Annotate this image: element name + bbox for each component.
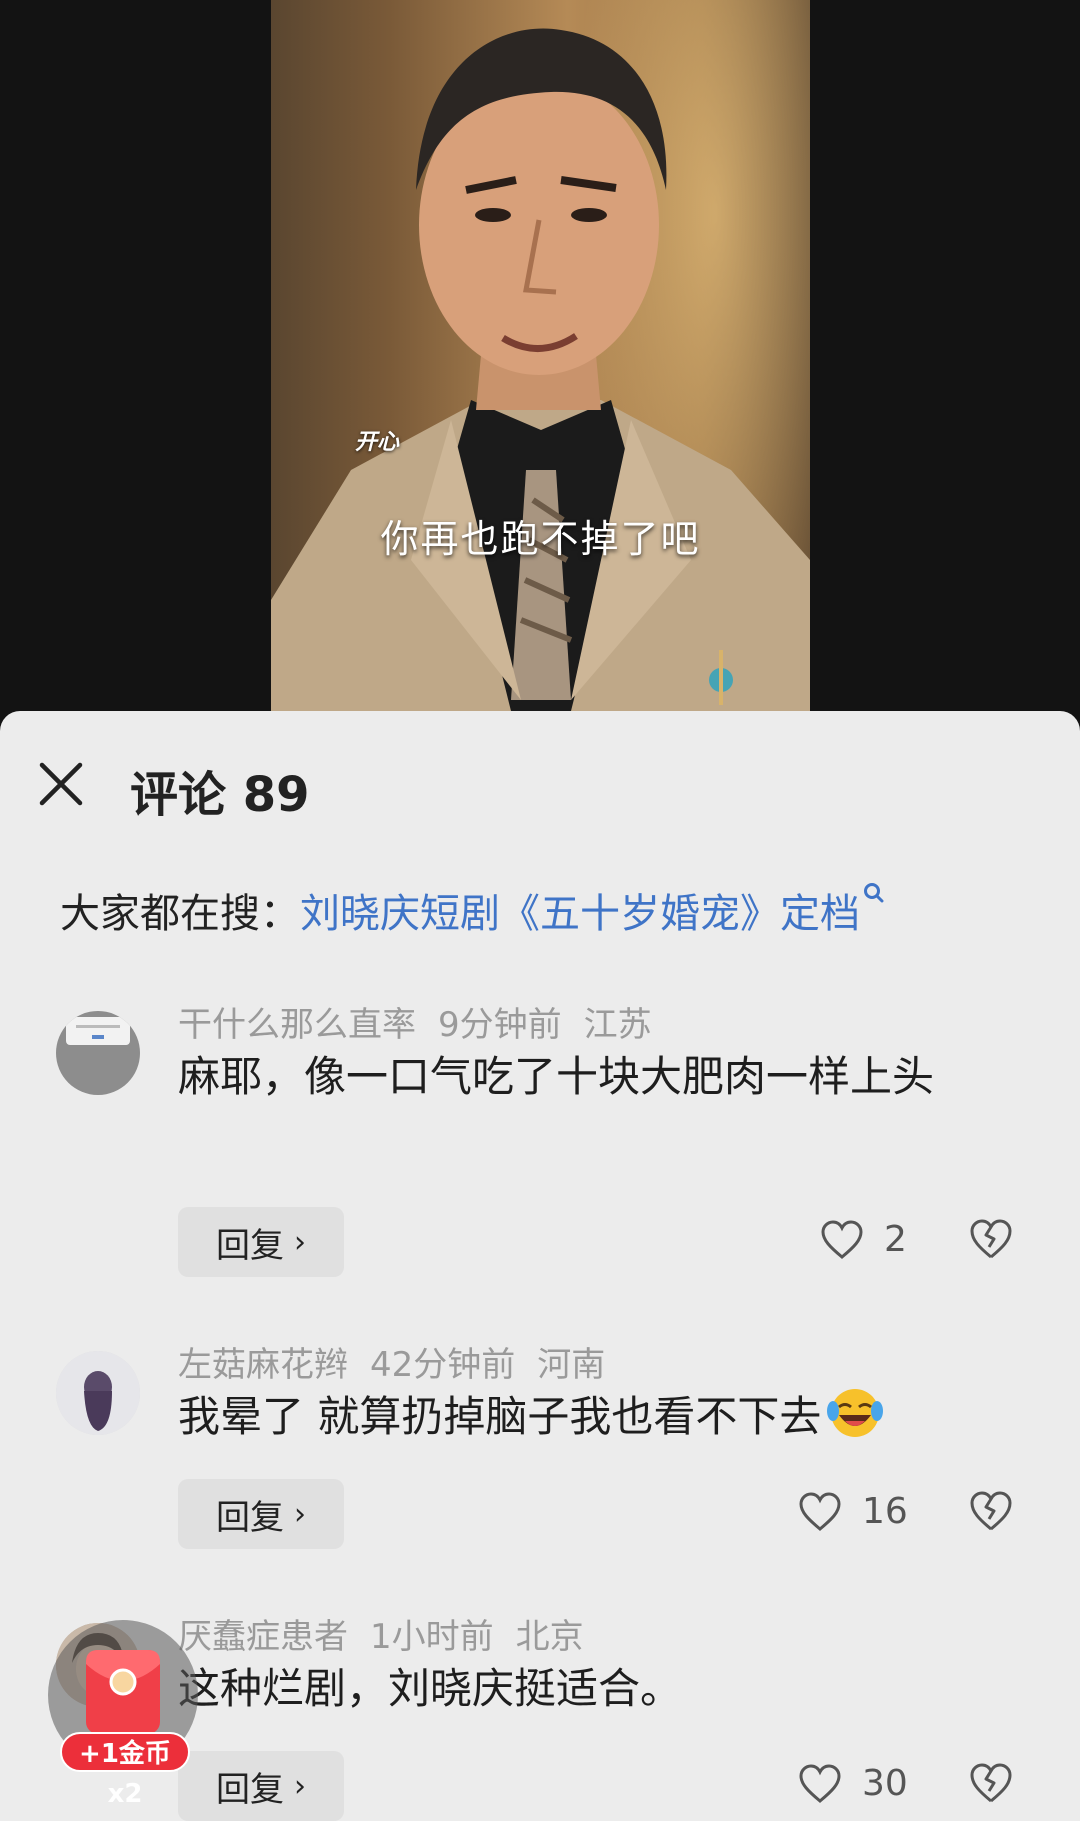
comment-meta: 厌蠢症患者 1小时前 北京 — [178, 1609, 606, 1658]
comment-location: 北京 — [515, 1617, 584, 1657]
avatar[interactable] — [56, 1351, 140, 1435]
video-frame-person — [271, 28, 810, 711]
broken-heart-icon[interactable] — [968, 1761, 1014, 1805]
comment-time: 1小时前 — [370, 1617, 494, 1657]
like-count: 30 — [862, 1763, 908, 1804]
broken-heart-icon[interactable] — [968, 1217, 1014, 1261]
trending-search-link[interactable]: 刘晓庆短剧《五十岁婚宠》定档 — [300, 891, 860, 937]
comment-time: 9分钟前 — [438, 1005, 562, 1045]
comment-meta: 左菇麻花辫 42分钟前 河南 — [178, 1337, 627, 1386]
trending-search: 大家都在搜：刘晓庆短剧《五十岁婚宠》定档 — [60, 881, 884, 939]
broken-heart-icon[interactable] — [968, 1489, 1014, 1533]
comment-text: 麻耶，像一口气吃了十块大肥肉一样上头 — [178, 1052, 935, 1101]
avatar[interactable] — [56, 1011, 140, 1095]
comment-location: 江苏 — [583, 1005, 652, 1045]
like-count: 2 — [884, 1219, 907, 1260]
avatar-image — [56, 1351, 140, 1435]
reply-button-label: 回复 — [216, 1769, 284, 1810]
comment-username[interactable]: 厌蠢症患者 — [178, 1617, 348, 1657]
video-player[interactable]: 开心 你再也跑不掉了吧 — [271, 0, 810, 711]
avatar-image — [66, 1017, 130, 1045]
comment-time: 42分钟前 — [370, 1345, 516, 1385]
chevron-right-icon: › — [294, 1496, 306, 1532]
comment-text: 我晕了 就算扔掉脑子我也看不下去 — [178, 1383, 1018, 1451]
comment-text-content: 我晕了 就算扔掉脑子我也看不下去 — [178, 1392, 822, 1441]
like-count: 16 — [862, 1491, 908, 1532]
comments-title: 评论 89 — [130, 767, 310, 823]
search-icon[interactable] — [862, 881, 884, 911]
reply-button-label: 回复 — [216, 1225, 284, 1266]
video-subtitle: 你再也跑不掉了吧 — [380, 517, 701, 561]
trending-search-label: 大家都在搜： — [60, 891, 300, 937]
like-button[interactable]: 30 — [798, 1763, 908, 1804]
comment-username[interactable]: 左菇麻花辫 — [178, 1345, 348, 1385]
reply-button[interactable]: 回复 › — [178, 1751, 344, 1821]
comment-text: 这种烂剧，刘晓庆挺适合。 — [178, 1664, 683, 1713]
heart-icon — [799, 1763, 841, 1803]
like-button[interactable]: 16 — [798, 1491, 908, 1532]
comment-username[interactable]: 干什么那么直率 — [178, 1005, 416, 1045]
reply-button[interactable]: 回复 › — [178, 1207, 344, 1277]
comment-meta: 干什么那么直率 9分钟前 江苏 — [178, 997, 674, 1046]
reply-button-label: 回复 — [216, 1497, 284, 1538]
close-icon[interactable] — [38, 761, 84, 807]
reply-button[interactable]: 回复 › — [178, 1479, 344, 1549]
chevron-right-icon: › — [294, 1224, 306, 1260]
video-sticker-text: 开心 — [355, 430, 400, 455]
like-button[interactable]: 2 — [820, 1219, 907, 1260]
heart-icon — [799, 1491, 841, 1531]
chevron-right-icon: › — [294, 1768, 306, 1804]
coin-badge: +1金币x2 — [60, 1732, 190, 1809]
comment-location: 河南 — [537, 1345, 606, 1385]
heart-icon — [821, 1219, 863, 1259]
laughing-crying-emoji-icon — [827, 1389, 884, 1437]
